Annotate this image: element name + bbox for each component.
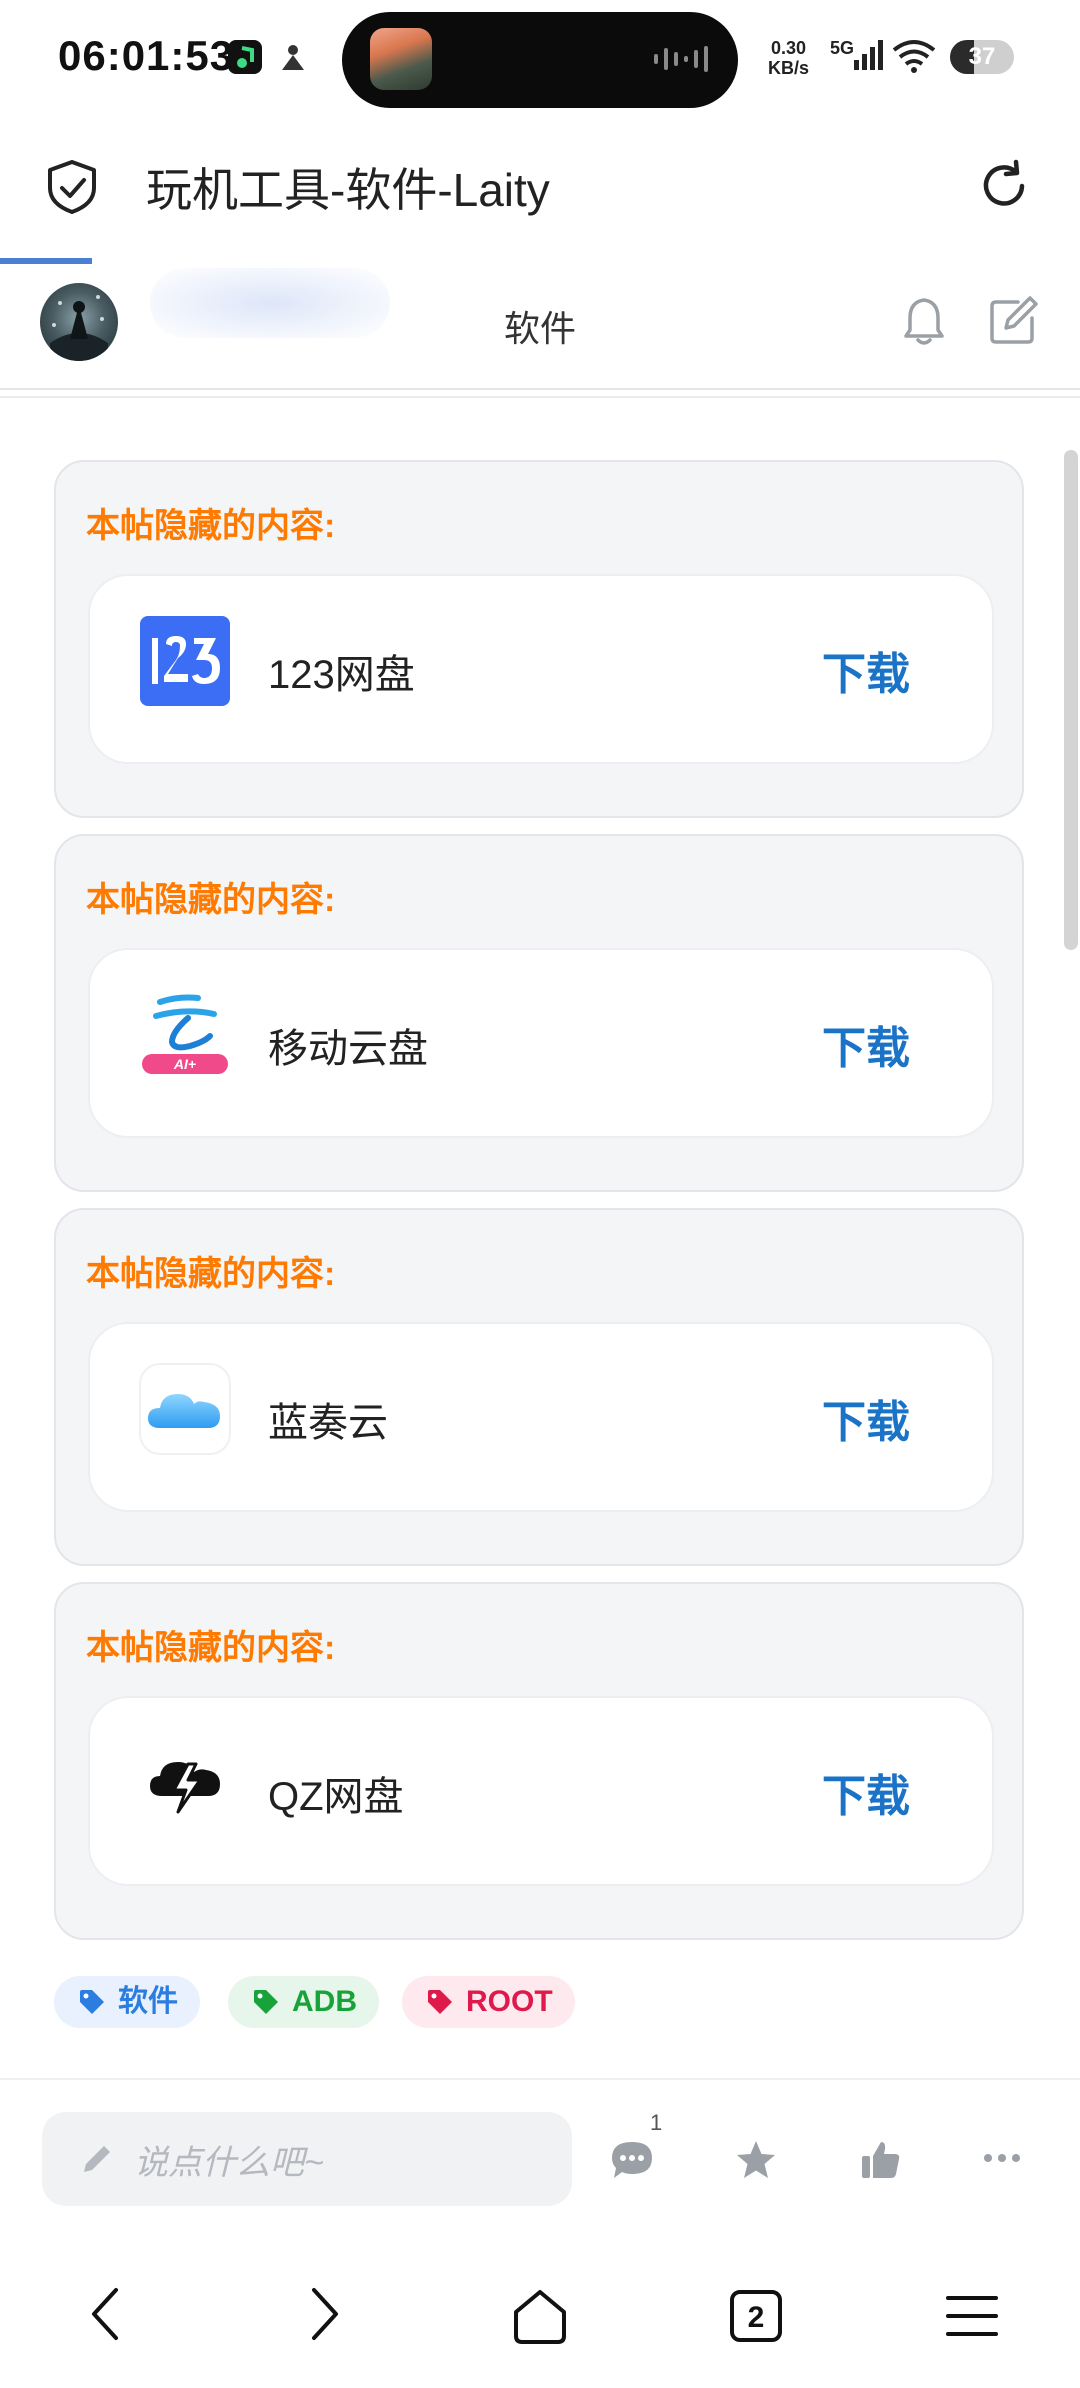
shield-check-icon[interactable] (44, 158, 100, 216)
tag-label: ROOT (466, 1985, 553, 2018)
divider (0, 396, 1080, 398)
more-options-icon[interactable] (980, 2150, 1024, 2166)
app-name: QZ网盘 (268, 1775, 404, 1819)
download-button[interactable]: 下载 (822, 638, 910, 702)
tag-label: 软件 (118, 1985, 178, 2018)
music-app-icon (228, 40, 262, 74)
edit-icon[interactable] (988, 294, 1040, 346)
comment-input[interactable]: 说点什么吧~ (42, 2112, 572, 2206)
tag-label: ADB (292, 1985, 357, 2018)
app-name: 蓝奏云 (268, 1401, 388, 1445)
qz-lightning-cloud-icon (150, 1762, 220, 1814)
tag-root[interactable]: ROOT (402, 1976, 575, 2028)
mobile-cloud-icon: AI+ (142, 994, 228, 1074)
tag-software[interactable]: 软件 (54, 1976, 200, 2028)
star-icon[interactable] (734, 2138, 778, 2182)
now-playing-artwork[interactable] (370, 28, 432, 90)
notification-person-icon (276, 40, 310, 74)
page-title: 玩机工具-软件-Laity (146, 164, 550, 216)
tabs-icon[interactable]: 2 (728, 2288, 784, 2344)
hidden-content-label: 本帖隐藏的内容: (86, 1255, 336, 1293)
comment-count-badge: 1 (650, 2110, 663, 2135)
app-name: 123网盘 (268, 653, 415, 697)
comment-icon[interactable] (610, 2140, 654, 2180)
tag-icon (428, 1990, 452, 2014)
scrollbar[interactable] (1064, 450, 1078, 950)
divider (0, 2078, 1080, 2080)
thumbs-up-icon[interactable] (858, 2138, 902, 2182)
comment-placeholder: 说点什么吧~ (134, 2143, 324, 2182)
refresh-icon[interactable] (976, 158, 1032, 214)
tag-adb[interactable]: ADB (228, 1976, 379, 2028)
hidden-content-label: 本帖隐藏的内容: (86, 881, 336, 919)
tag-icon (80, 1990, 104, 2014)
status-time: 06:01:53 (58, 32, 235, 79)
tag-icon (254, 1990, 278, 2014)
download-button[interactable]: 下载 (822, 1386, 910, 1450)
download-button[interactable]: 下载 (822, 1012, 910, 1076)
home-icon[interactable] (510, 2286, 570, 2346)
hidden-content-label: 本帖隐藏的内容: (86, 1629, 336, 1667)
app-name: 移动云盘 (268, 1027, 428, 1071)
download-button[interactable]: 下载 (822, 1760, 910, 1824)
svg-text:2: 2 (748, 2301, 765, 2334)
pencil-icon (84, 2146, 110, 2172)
battery-percent: 37 (968, 43, 996, 70)
menu-icon[interactable] (944, 2292, 1000, 2340)
lanzou-cloud-icon (139, 1363, 231, 1455)
network-speed: 0.30 KB/s (768, 38, 810, 78)
svg-text:AI+: AI+ (173, 1056, 196, 1072)
back-icon[interactable] (86, 2286, 126, 2342)
forward-icon[interactable] (304, 2286, 344, 2342)
hidden-content-label: 本帖隐藏的内容: (86, 507, 336, 545)
audio-waveform-icon (654, 46, 708, 72)
battery-indicator: 37 (950, 40, 1014, 74)
bell-icon[interactable] (902, 296, 946, 346)
wifi-icon (892, 40, 936, 73)
123pan-icon (140, 616, 230, 706)
